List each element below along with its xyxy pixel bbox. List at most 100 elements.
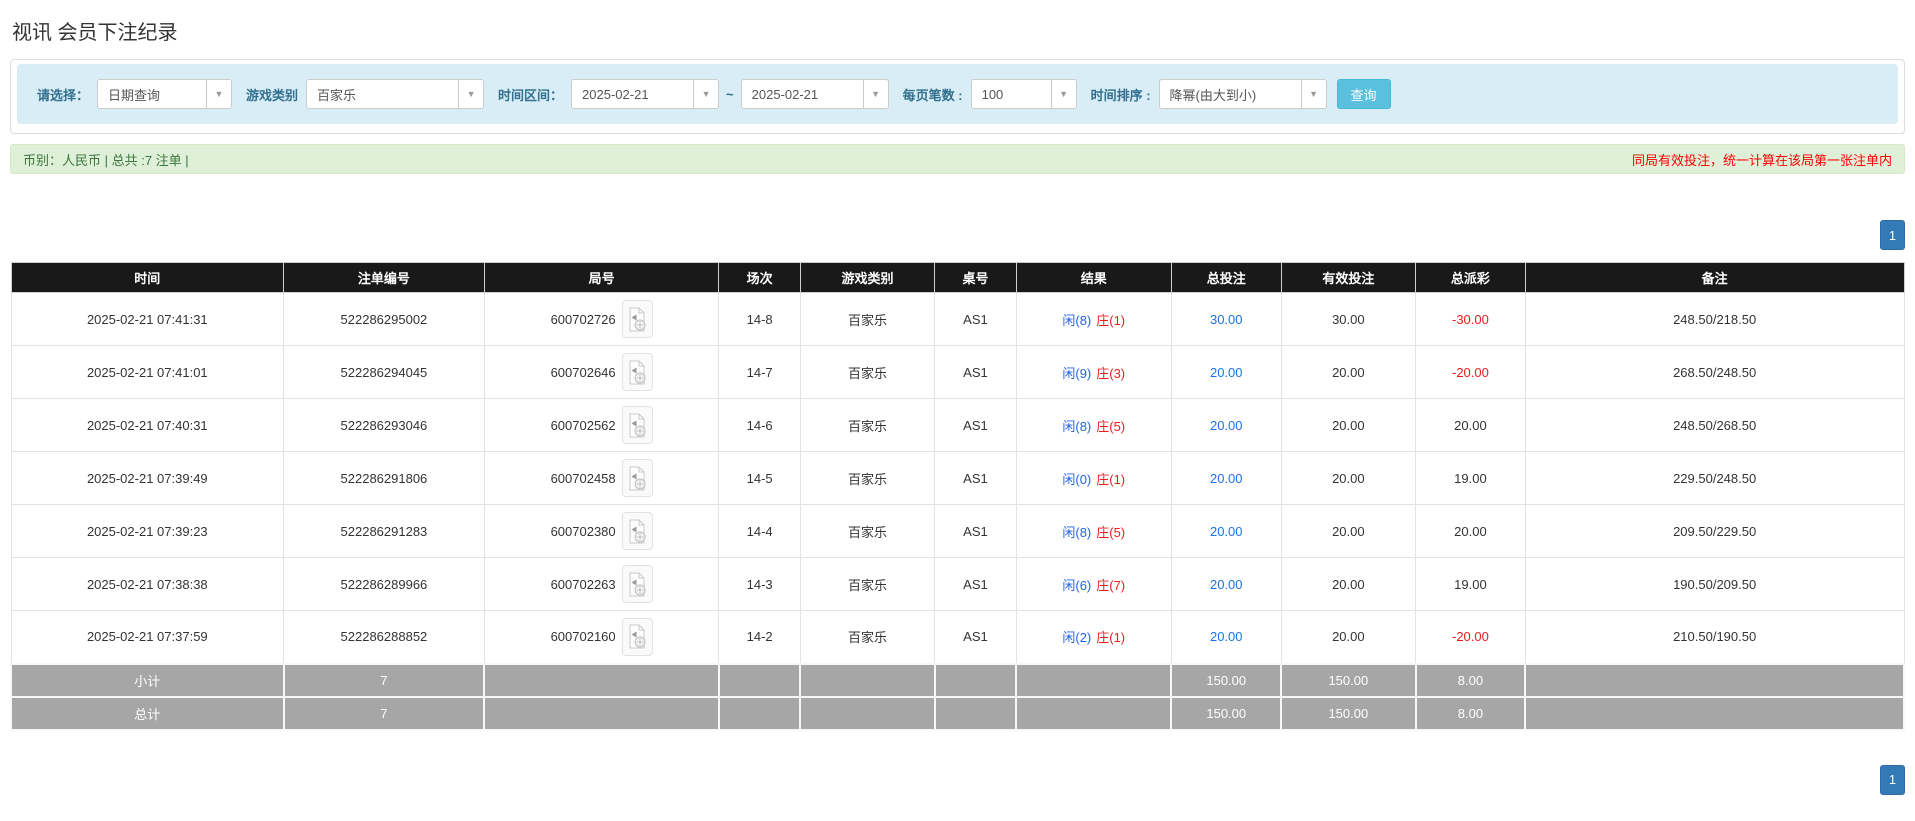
cell-result: 闲(0) 庄(1) [1015, 451, 1172, 505]
cell-total-bet[interactable]: 30.00 [1170, 292, 1282, 346]
cell-total-payout: 20.00 [1415, 398, 1526, 452]
page-size-value: 100 [981, 86, 1004, 102]
page-size-select[interactable]: 100 ▼ [970, 79, 1077, 109]
cell-result: 闲(2) 庄(1) [1015, 610, 1172, 664]
round-id-text: 600702380 [550, 523, 616, 539]
video-replay-button[interactable] [621, 565, 653, 603]
subtotal-count: 7 [282, 662, 486, 698]
cell-total-bet[interactable]: 20.00 [1170, 557, 1282, 611]
table-row: 2025-02-21 07:41:01 522286294045 6007026… [10, 345, 1905, 399]
cell-total-bet[interactable]: 20.00 [1170, 451, 1282, 505]
table-header-row: 时间 注单编号 局号 场次 游戏类别 桌号 结果 总投注 有效投注 总派彩 备注 [10, 262, 1905, 293]
mode-select-value: 日期查询 [108, 87, 161, 103]
cell-bet-id: 522286289966 [283, 557, 485, 611]
header-table-no: 桌号 [934, 262, 1017, 293]
cell-table-no: AS1 [934, 451, 1017, 505]
video-file-icon [629, 307, 646, 331]
cell-total-payout: 19.00 [1415, 451, 1526, 505]
round-id-text: 600702160 [550, 629, 616, 645]
result-player: 闲(8) [1062, 418, 1092, 434]
cell-time: 2025-02-21 07:41:31 [10, 292, 285, 346]
cell-session: 14-8 [718, 292, 801, 346]
result-banker: 庄(5) [1096, 524, 1126, 540]
cell-valid-bet: 20.00 [1280, 451, 1417, 505]
cell-round-id: 600702646 [483, 345, 720, 399]
cell-game-type: 百家乐 [799, 451, 936, 505]
cell-total-bet[interactable]: 20.00 [1170, 345, 1282, 399]
subtotal-label: 小计 [10, 662, 285, 698]
cell-round-id: 600702263 [483, 557, 720, 611]
page-1-button[interactable]: 1 [1880, 764, 1905, 795]
subtotal-payout: 8.00 [1414, 662, 1527, 698]
cell-total-bet[interactable]: 20.00 [1170, 504, 1282, 558]
time-range-label: 时间区间： [498, 87, 564, 103]
chevron-down-icon: ▼ [1300, 80, 1326, 108]
cell-game-type: 百家乐 [799, 292, 936, 346]
video-replay-button[interactable] [621, 617, 653, 656]
game-type-label: 游戏类别 [246, 87, 299, 103]
header-result: 结果 [1015, 262, 1172, 293]
cell-total-payout: -30.00 [1415, 292, 1526, 346]
round-id-text: 600702726 [550, 311, 616, 327]
game-type-select[interactable]: 百家乐 ▼ [306, 79, 485, 109]
cell-time: 2025-02-21 07:39:23 [10, 504, 285, 558]
header-session: 场次 [718, 262, 801, 293]
cell-table-no: AS1 [934, 398, 1017, 452]
date-from-value: 2025-02-21 [582, 86, 649, 102]
total-payout: 8.00 [1414, 695, 1527, 731]
cell-table-no: AS1 [934, 557, 1017, 611]
total-row: 总计 7 150.00 150.00 8.00 [10, 695, 1905, 731]
header-total-payout: 总派彩 [1415, 262, 1526, 293]
result-banker: 庄(5) [1096, 418, 1126, 434]
result-banker: 庄(1) [1096, 471, 1126, 487]
video-replay-button[interactable] [621, 300, 653, 338]
total-count: 7 [282, 695, 486, 731]
video-replay-button[interactable] [621, 459, 653, 497]
cell-bet-id: 522286294045 [283, 345, 485, 399]
cell-total-payout: -20.00 [1415, 345, 1526, 399]
header-note: 备注 [1524, 262, 1905, 293]
cell-note: 268.50/248.50 [1524, 345, 1905, 399]
cell-valid-bet: 20.00 [1280, 398, 1417, 452]
cell-session: 14-2 [718, 610, 801, 664]
header-bet-id: 注单编号 [283, 262, 485, 293]
summary-bar: 币别：人民币 | 总共 :7 注单 | 同局有效投注，统一计算在该局第一张注单内 [10, 144, 1905, 174]
page-1-button[interactable]: 1 [1880, 220, 1905, 250]
cell-empty [799, 662, 936, 698]
header-time: 时间 [10, 262, 285, 293]
date-from-select[interactable]: 2025-02-21 ▼ [571, 79, 720, 109]
search-button[interactable]: 查询 [1336, 79, 1391, 109]
date-to-select[interactable]: 2025-02-21 ▼ [740, 79, 889, 109]
cell-total-bet[interactable]: 20.00 [1170, 398, 1282, 452]
cell-table-no: AS1 [934, 504, 1017, 558]
cell-empty [717, 662, 802, 698]
video-file-icon [629, 466, 646, 490]
cell-valid-bet: 20.00 [1280, 504, 1417, 558]
pagination-top: 1 [10, 220, 1905, 250]
video-replay-button[interactable] [621, 512, 653, 550]
cell-empty [933, 662, 1018, 698]
video-replay-button[interactable] [621, 353, 653, 391]
cell-result: 闲(8) 庄(5) [1015, 398, 1172, 452]
bet-records-table: 时间 注单编号 局号 场次 游戏类别 桌号 结果 总投注 有效投注 总派彩 备注… [10, 262, 1905, 731]
time-sort-select[interactable]: 降幂(由大到小) ▼ [1158, 79, 1327, 109]
cell-session: 14-3 [718, 557, 801, 611]
round-id-text: 600702562 [550, 417, 616, 433]
mode-select[interactable]: 日期查询 ▼ [97, 79, 233, 109]
header-valid-bet: 有效投注 [1280, 262, 1417, 293]
cell-total-bet[interactable]: 20.00 [1170, 610, 1282, 664]
cell-bet-id: 522286291283 [283, 504, 485, 558]
table-row: 2025-02-21 07:38:38 522286289966 6007022… [10, 557, 1905, 611]
cell-result: 闲(6) 庄(7) [1015, 557, 1172, 611]
table-row: 2025-02-21 07:39:23 522286291283 6007023… [10, 504, 1905, 558]
table-row: 2025-02-21 07:37:59 522286288852 6007021… [10, 610, 1905, 664]
cell-round-id: 600702726 [483, 292, 720, 346]
cell-note: 248.50/268.50 [1524, 398, 1905, 452]
cell-valid-bet: 20.00 [1280, 345, 1417, 399]
cell-round-id: 600702562 [483, 398, 720, 452]
subtotal-valid-bet: 150.00 [1280, 662, 1417, 698]
video-replay-button[interactable] [621, 406, 653, 444]
time-sort-label: 时间排序 : [1090, 87, 1151, 103]
result-player: 闲(8) [1062, 312, 1092, 328]
cell-table-no: AS1 [934, 345, 1017, 399]
